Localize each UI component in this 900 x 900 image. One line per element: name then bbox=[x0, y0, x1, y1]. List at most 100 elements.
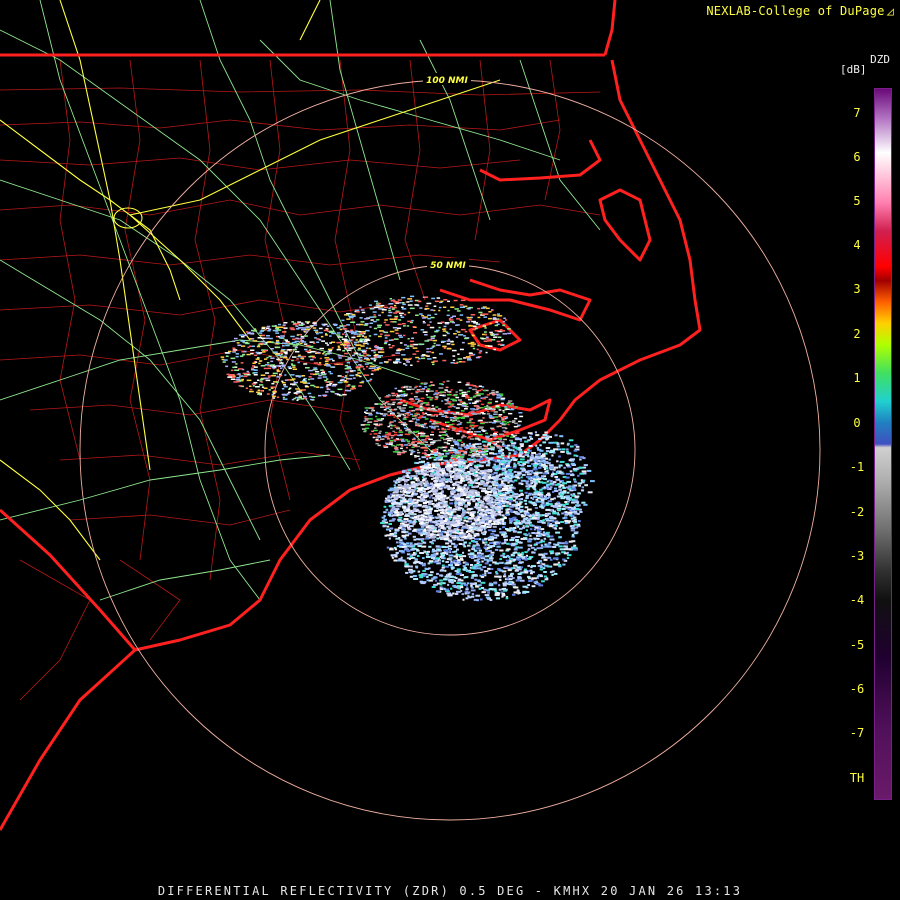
echo-pixel bbox=[420, 472, 425, 475]
echo-pixel bbox=[421, 468, 425, 471]
echo-pixel bbox=[470, 589, 476, 592]
echo-pixel bbox=[399, 429, 402, 432]
echo-pixel bbox=[549, 550, 554, 553]
echo-pixel bbox=[402, 520, 408, 523]
echo-pixel bbox=[525, 529, 528, 532]
echo-pixel bbox=[514, 479, 518, 482]
echo-pixel bbox=[363, 352, 367, 355]
echo-pixel bbox=[508, 461, 511, 464]
echo-pixel bbox=[525, 586, 529, 589]
echo-pixel bbox=[378, 432, 382, 434]
echo-pixel bbox=[290, 363, 293, 365]
echo-pixel bbox=[408, 386, 412, 388]
echo-pixel bbox=[560, 521, 564, 523]
echo-pixel bbox=[422, 331, 428, 333]
echo-pixel bbox=[312, 369, 317, 371]
echo-pixel bbox=[476, 458, 481, 461]
echo-pixel bbox=[464, 446, 469, 449]
echo-pixel bbox=[510, 536, 516, 539]
echo-pixel bbox=[413, 414, 418, 417]
echo-pixel bbox=[232, 340, 236, 342]
echo-pixel bbox=[491, 529, 496, 532]
echo-pixel bbox=[248, 331, 251, 334]
echo-pixel bbox=[321, 340, 325, 342]
echo-pixel bbox=[364, 340, 368, 342]
echo-pixel bbox=[402, 303, 406, 306]
echo-pixel bbox=[508, 400, 513, 402]
echo-pixel bbox=[482, 389, 486, 392]
echo-pixel bbox=[441, 474, 445, 477]
echo-pixel bbox=[415, 434, 419, 436]
echo-pixel bbox=[494, 590, 498, 592]
echo-pixel bbox=[559, 542, 565, 545]
echo-pixel bbox=[398, 479, 402, 482]
echo-pixel bbox=[373, 360, 376, 362]
echo-pixel bbox=[436, 394, 439, 396]
echo-pixel bbox=[240, 336, 245, 338]
echo-pixel bbox=[393, 559, 398, 562]
echo-pixel bbox=[286, 379, 290, 381]
echo-pixel bbox=[430, 309, 434, 311]
echo-pixel bbox=[462, 565, 466, 568]
echo-pixel bbox=[543, 571, 547, 573]
echo-pixel bbox=[463, 335, 466, 337]
echo-pixel bbox=[495, 419, 499, 421]
echo-pixel bbox=[381, 516, 385, 519]
echo-pixel bbox=[232, 347, 235, 349]
echo-pixel bbox=[393, 513, 397, 516]
echo-pixel bbox=[245, 342, 250, 345]
echo-pixel bbox=[414, 417, 417, 419]
echo-pixel bbox=[480, 557, 486, 560]
echo-pixel bbox=[380, 438, 385, 440]
echo-pixel bbox=[414, 456, 417, 458]
echo-pixel bbox=[493, 413, 496, 415]
echo-pixel bbox=[481, 560, 484, 563]
echo-pixel bbox=[312, 327, 317, 329]
echo-pixel bbox=[302, 389, 306, 391]
echo-pixel bbox=[331, 385, 337, 387]
echo-pixel bbox=[392, 401, 396, 404]
echo-pixel bbox=[300, 342, 303, 345]
echo-pixel bbox=[300, 357, 305, 360]
echo-pixel bbox=[328, 358, 334, 360]
echo-pixel bbox=[552, 546, 557, 548]
echo-pixel bbox=[483, 445, 489, 448]
echo-pixel bbox=[307, 378, 311, 381]
echo-pixel bbox=[446, 390, 452, 393]
echo-pixel bbox=[469, 438, 475, 440]
echo-pixel bbox=[330, 330, 335, 333]
echo-pixel bbox=[444, 518, 448, 521]
echo-pixel bbox=[537, 520, 541, 523]
echo-pixel bbox=[273, 351, 278, 353]
echo-pixel bbox=[525, 524, 528, 527]
echo-pixel bbox=[388, 443, 393, 446]
echo-pixel bbox=[402, 404, 408, 406]
echo-pixel bbox=[409, 544, 414, 547]
echo-pixel bbox=[484, 572, 487, 575]
echo-pixel bbox=[461, 410, 465, 412]
echo-pixel bbox=[498, 584, 501, 587]
echo-pixel bbox=[398, 558, 403, 561]
echo-pixel bbox=[513, 586, 519, 589]
echo-pixel bbox=[459, 306, 463, 308]
echo-pixel bbox=[470, 540, 475, 542]
echo-pixel bbox=[428, 425, 434, 428]
echo-pixel bbox=[427, 562, 431, 565]
echo-pixel bbox=[408, 568, 413, 571]
echo-pixel bbox=[359, 317, 363, 319]
echo-pixel bbox=[341, 338, 347, 340]
echo-pixel bbox=[419, 390, 425, 393]
echo-pixel bbox=[540, 539, 543, 542]
echo-pixel bbox=[247, 373, 250, 376]
echo-pixel bbox=[432, 490, 437, 493]
echo-pixel bbox=[509, 494, 514, 497]
echo-pixel bbox=[340, 336, 343, 338]
echo-pixel bbox=[386, 438, 391, 440]
echo-pixel bbox=[455, 391, 458, 393]
echo-pixel bbox=[484, 483, 489, 486]
echo-pixel bbox=[377, 403, 382, 405]
echo-pixel bbox=[383, 505, 387, 508]
echo-pixel bbox=[475, 505, 478, 508]
echo-pixel bbox=[447, 406, 452, 408]
echo-pixel bbox=[486, 440, 492, 442]
